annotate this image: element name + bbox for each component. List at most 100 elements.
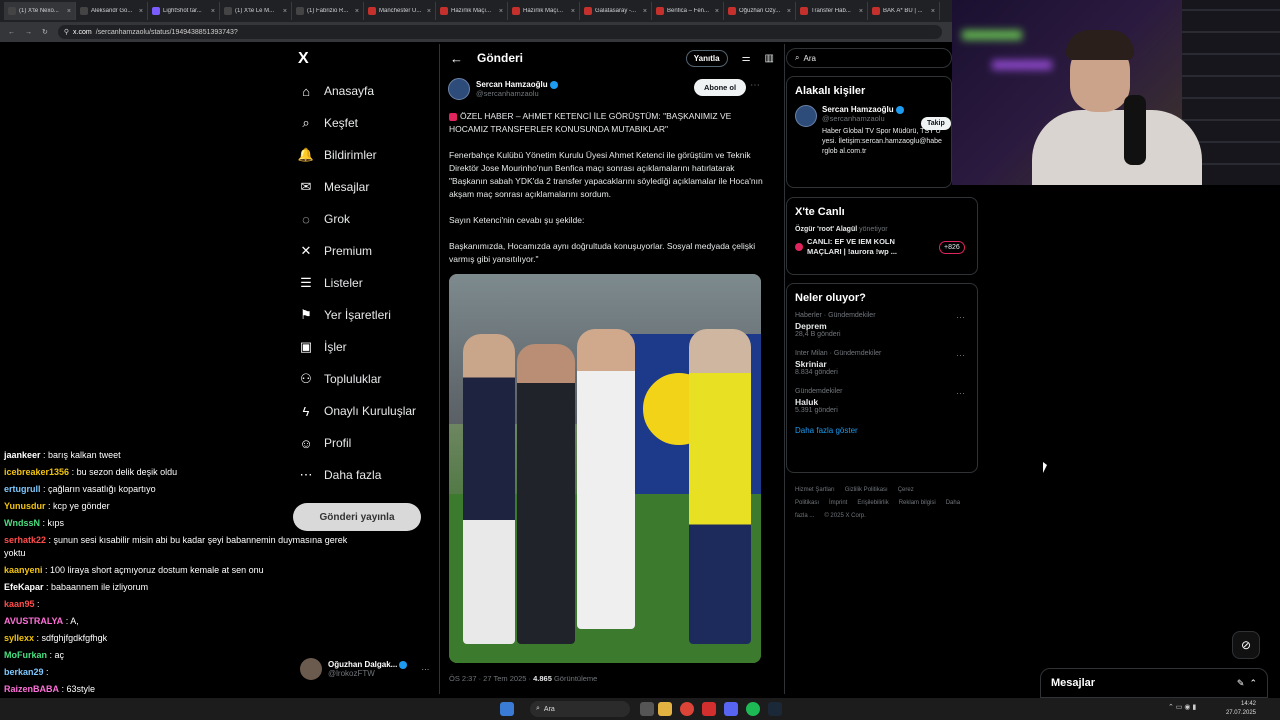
related-title: Alakalı kişiler — [795, 85, 866, 97]
file-explorer-icon[interactable] — [658, 702, 672, 716]
chat-username: jaankeer — [4, 450, 41, 460]
footer-link[interactable]: Erişilebilirlik — [857, 500, 888, 506]
sidebar-item-lightning[interactable]: ϟ Onaylı Kuruluşlar — [298, 403, 417, 419]
more-icon[interactable]: ⋯ — [421, 665, 429, 674]
close-icon[interactable]: × — [67, 8, 71, 15]
chat-username: MoFurkan — [4, 650, 48, 660]
tab-favicon-icon — [728, 7, 736, 15]
browser-tab[interactable]: Aleksandr Go... × — [76, 2, 148, 20]
sidebar-item-list[interactable]: ☰ Listeler — [298, 275, 363, 291]
windows-start-icon[interactable] — [500, 702, 514, 716]
show-more-link[interactable]: Daha fazla göster — [795, 426, 969, 435]
related-person[interactable]: Sercan Hamzaoğlu @sercanhamzaolu Haber G… — [795, 105, 943, 157]
more-icon[interactable]: ⋯ — [956, 312, 965, 323]
sidebar-item-home[interactable]: ⌂ Anasayfa — [298, 83, 374, 99]
close-icon[interactable]: × — [211, 8, 215, 15]
x-logo[interactable]: X — [298, 50, 309, 68]
spotify-icon[interactable] — [746, 702, 760, 716]
steam-icon[interactable] — [768, 702, 782, 716]
sidebar-item-mail[interactable]: ✉ Mesajlar — [298, 179, 370, 195]
close-icon[interactable]: × — [427, 8, 431, 15]
url-field[interactable]: ⚲ x.com/sercanhamzaolu/status/1949438851… — [57, 25, 942, 39]
browser-tab[interactable]: (1) X'te Nexo... × — [4, 2, 76, 20]
close-icon[interactable]: × — [715, 8, 719, 15]
browser-tab[interactable]: LightShot tar... × — [148, 2, 220, 20]
new-message-icon[interactable]: ✎ — [1237, 678, 1245, 688]
footer-link[interactable]: İmprint — [829, 500, 847, 506]
footer-link[interactable]: Reklam bilgisi — [899, 500, 936, 506]
browser-tab[interactable]: (1) X'te Le M... × — [220, 2, 292, 20]
back-nav-icon[interactable]: ← — [8, 29, 15, 36]
trend-item[interactable]: Inter Milan · Gündemdekiler Skriniar 8.834… — [795, 350, 969, 376]
sidebar-item-search[interactable]: ⌕ Keşfet — [298, 115, 358, 131]
more-icon[interactable]: ⋯ — [750, 80, 760, 91]
sidebar-item-bookmark[interactable]: ⚑ Yer İşaretleri — [298, 307, 391, 323]
author-handle: @sercanhamzaolu — [476, 89, 539, 98]
sidebar-item-briefcase[interactable]: ▣ İşler — [298, 339, 347, 355]
browser-tab[interactable]: Hazırlık Maçı... × — [508, 2, 580, 20]
browser-tab[interactable]: Oğuzhan Özy... × — [724, 2, 796, 20]
close-icon[interactable]: × — [931, 8, 935, 15]
post-photo[interactable] — [449, 274, 761, 663]
browser-tab[interactable]: Transfer Hab... × — [796, 2, 868, 20]
footer-link[interactable]: © 2025 X Corp. — [824, 513, 865, 519]
trend-item[interactable]: Gündemdekiler Haluk 5.391 gönderi ⋯ — [795, 388, 969, 414]
task-view-icon[interactable] — [640, 702, 654, 716]
search-input[interactable]: ⌕ Ara — [786, 48, 952, 68]
live-space[interactable]: CANLI: EF VE IEM KOLN MAÇLARI | !aurora … — [795, 237, 969, 257]
chat-username: WndssN — [4, 518, 40, 528]
tab-title: BAK A* BU | ... — [883, 8, 923, 14]
close-icon[interactable]: × — [787, 8, 791, 15]
close-icon[interactable]: × — [283, 8, 287, 15]
streamer-hair — [1066, 30, 1134, 60]
system-tray[interactable]: ⌃ ▭ ◉ ▮ — [1168, 703, 1196, 711]
sidebar-item-label: Premium — [324, 244, 373, 258]
browser-tab[interactable]: Manchester U... × — [364, 2, 436, 20]
close-icon[interactable]: × — [859, 8, 863, 15]
browser-tab[interactable]: Galatasaray -... × — [580, 2, 652, 20]
more-icon[interactable]: ⋯ — [956, 350, 965, 361]
subscribe-button[interactable]: Abone ol — [694, 79, 747, 96]
drawer-controls: ✎ ⌃ — [1237, 678, 1257, 689]
clock[interactable]: 14:42 27.07.2025 — [1226, 700, 1256, 718]
chat-separator: : — [47, 650, 55, 660]
photo-person — [577, 329, 635, 629]
sidebar-item-x-premium[interactable]: ✕ Premium — [298, 243, 372, 259]
browser-tab[interactable]: (1) Fabrizio R... × — [292, 2, 364, 20]
footer-link[interactable]: Hizmet Şartları — [795, 487, 835, 493]
filter-icon[interactable]: ⚌ — [742, 53, 751, 64]
back-arrow-icon[interactable]: ← — [450, 51, 463, 66]
chevron-up-icon[interactable]: ⌃ — [1249, 678, 1257, 688]
messages-drawer[interactable]: Mesajlar ✎ ⌃ — [1040, 668, 1268, 698]
x-premium-icon: ✕ — [300, 243, 312, 258]
close-icon[interactable]: × — [643, 8, 647, 15]
sidebar-item-bell[interactable]: 🔔 Bildirimler — [298, 147, 377, 163]
close-icon[interactable]: × — [355, 8, 359, 15]
close-icon[interactable]: × — [139, 8, 143, 15]
site-info-icon[interactable]: ⚲ — [64, 28, 69, 36]
sidebar-item-grok[interactable]: ◌ Grok — [298, 211, 350, 227]
follow-button[interactable]: Takip — [921, 117, 951, 130]
tab-favicon-icon — [368, 7, 376, 15]
reply-button[interactable]: Yanıtla — [685, 49, 728, 67]
footer-link[interactable]: Gizlilik Politikası — [845, 487, 888, 493]
browser-tab[interactable]: Benfica – Fen... × — [652, 2, 724, 20]
reload-icon[interactable]: ↻ — [42, 28, 48, 36]
chrome-icon[interactable] — [680, 702, 694, 716]
tab-favicon-icon — [872, 7, 880, 15]
sidebar-item-communities[interactable]: ⚇ Topluluklar — [298, 371, 381, 387]
trend-item[interactable]: Haberler · Gündemdekiler Deprem 28,4 B gön… — [795, 312, 969, 338]
grok-button[interactable]: ⊘ — [1232, 631, 1260, 659]
post-author[interactable]: Sercan Hamzaoğlu @sercanhamzaolu — [448, 78, 558, 100]
more-icon[interactable]: ⋯ — [956, 388, 965, 399]
discord-icon[interactable] — [724, 702, 738, 716]
browser-tab[interactable]: Hazırlık Maçı... × — [436, 2, 508, 20]
close-icon[interactable]: × — [571, 8, 575, 15]
layout-icon[interactable]: ▥ — [765, 53, 774, 64]
browser-tab[interactable]: BAK A* BU | ... × — [868, 2, 940, 20]
app-icon[interactable] — [702, 702, 716, 716]
taskbar-search[interactable]: ⌕ Ara — [530, 701, 630, 717]
forward-nav-icon[interactable]: → — [25, 29, 32, 36]
stream-chat: jaankeer : barış kalkan tweet icebreaker1… — [0, 447, 360, 720]
close-icon[interactable]: × — [499, 8, 503, 15]
